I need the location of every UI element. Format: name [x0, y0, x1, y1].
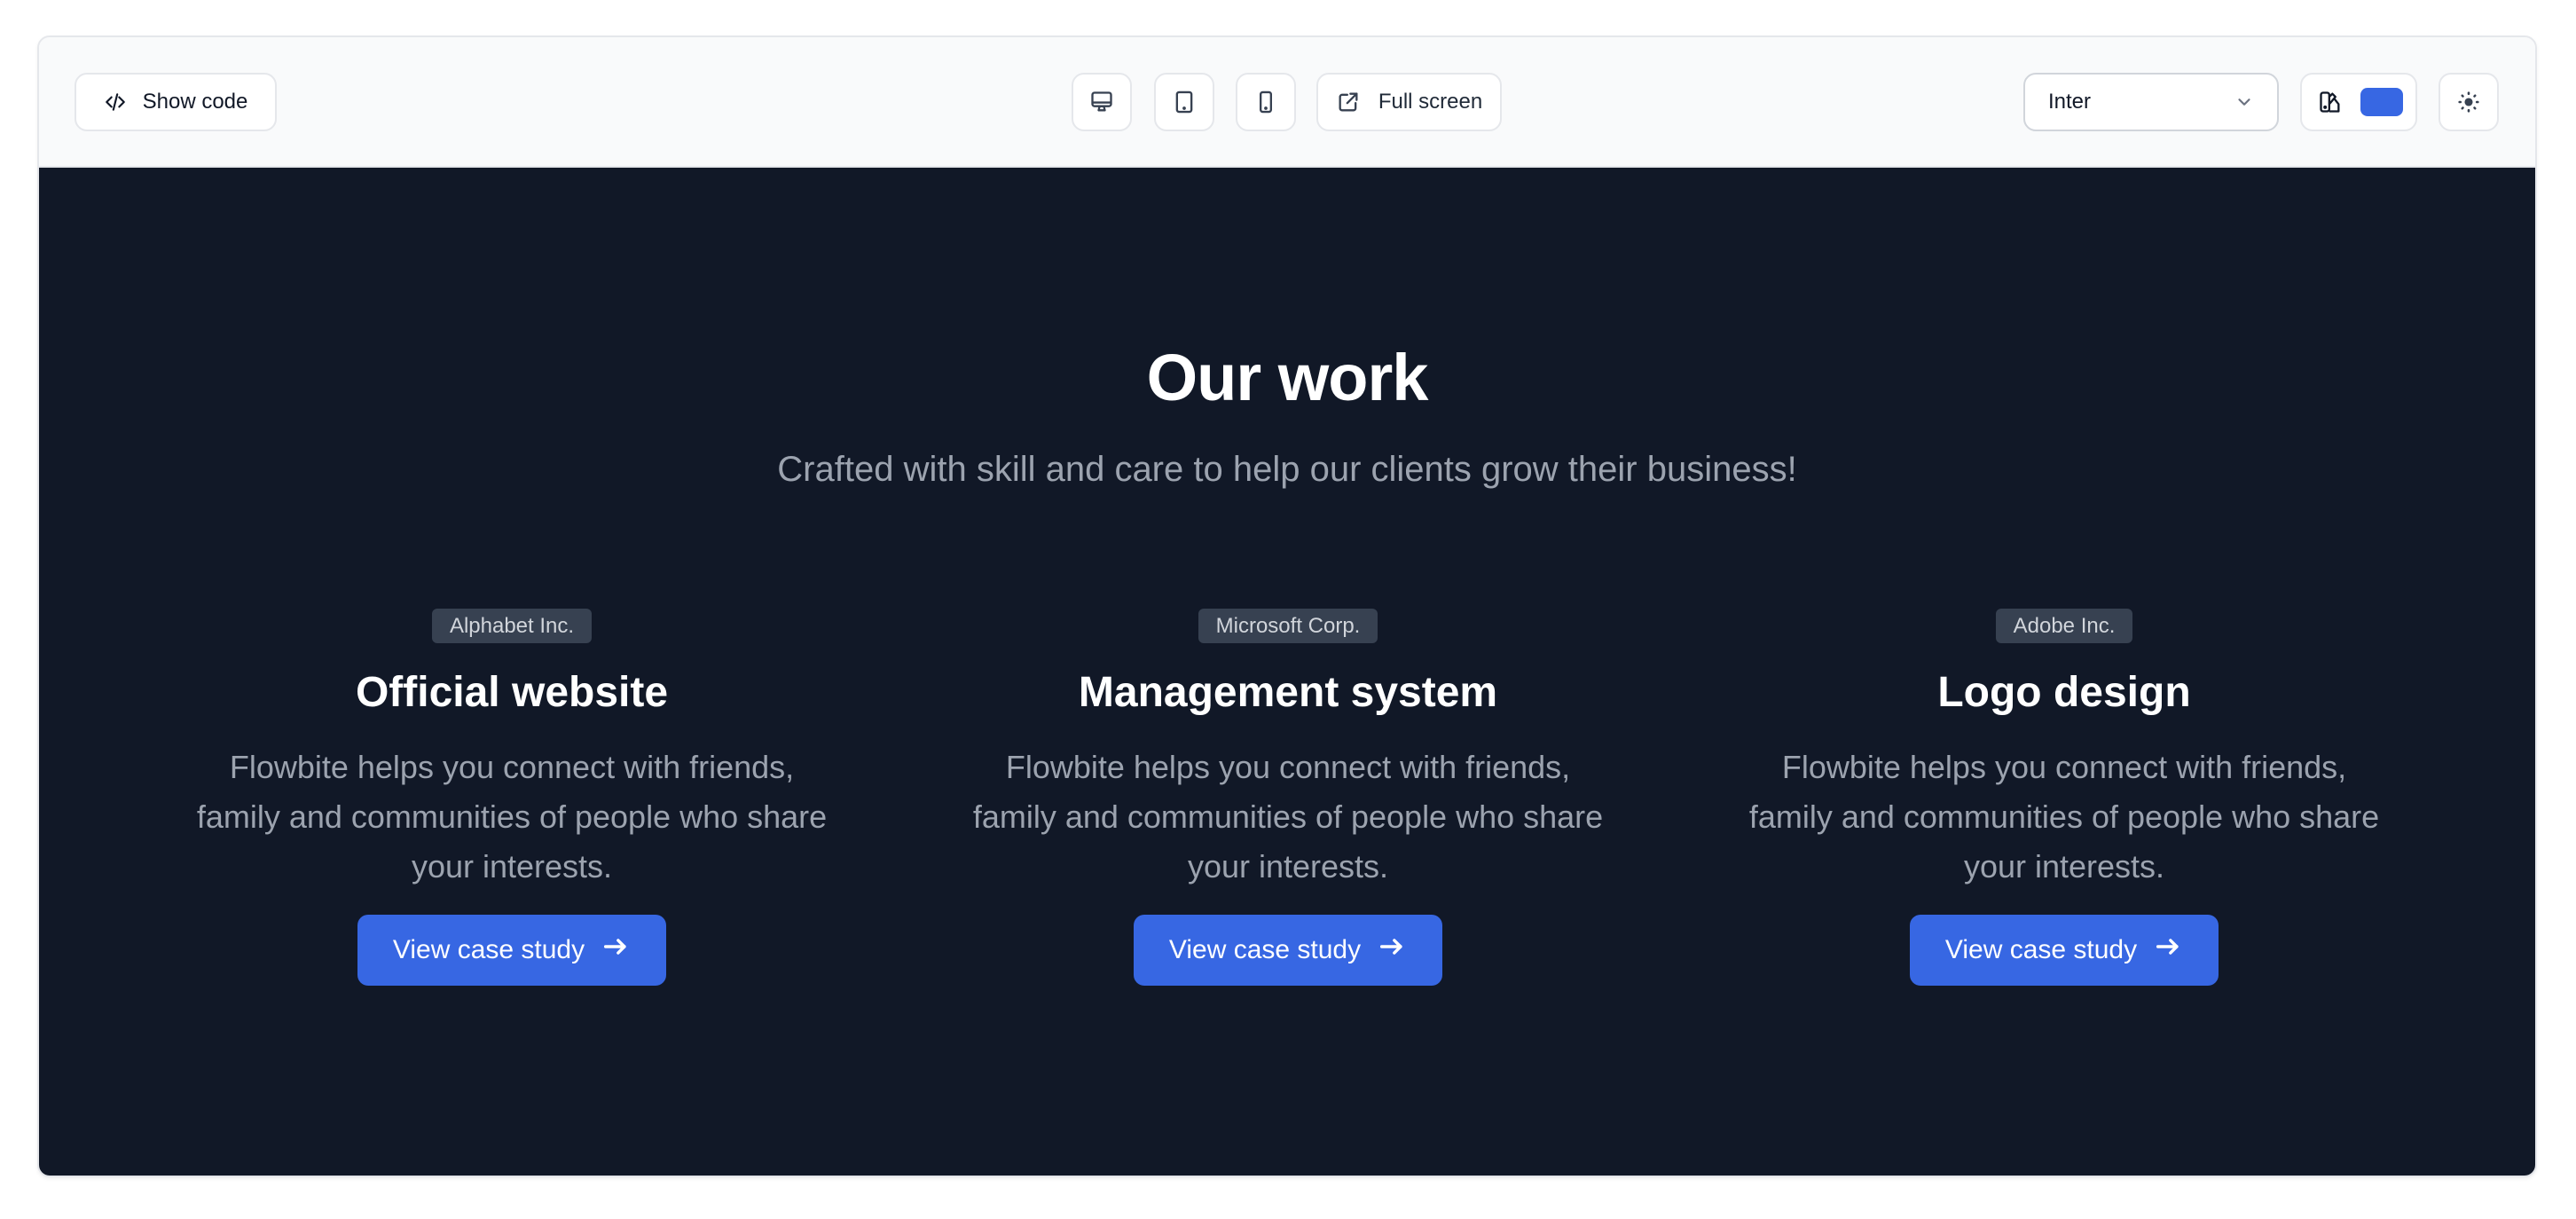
- show-code-button[interactable]: Show code: [75, 73, 277, 131]
- card-description: Flowbite helps you connect with friends,…: [1748, 749, 2380, 885]
- card-title: Logo design: [1937, 669, 2191, 716]
- view-case-study-label: View case study: [1944, 935, 2138, 964]
- card-description: Flowbite helps you connect with friends,…: [972, 749, 1604, 885]
- mobile-icon: [1253, 90, 1278, 114]
- full-screen-button[interactable]: Full screen: [1316, 73, 1502, 131]
- client-badge: Adobe Inc.: [1995, 609, 2133, 643]
- preview-frame: Show code Full screen Inter Our work Cra…: [37, 35, 2537, 1177]
- client-badge: Microsoft Corp.: [1198, 609, 1378, 643]
- client-badge: Alphabet Inc.: [431, 609, 593, 643]
- full-screen-label: Full screen: [1378, 90, 1483, 114]
- view-case-study-button[interactable]: View case study: [1134, 915, 1442, 986]
- card-title: Management system: [1078, 669, 1498, 716]
- view-case-study-button[interactable]: View case study: [357, 915, 666, 986]
- code-icon: [104, 90, 127, 114]
- theme-color-button[interactable]: [2300, 73, 2417, 131]
- arrow-right-icon: [1361, 932, 1407, 969]
- desktop-icon: [1089, 90, 1114, 114]
- font-select[interactable]: Inter: [2023, 73, 2279, 131]
- arrow-right-icon: [2137, 932, 2183, 969]
- dark-mode-toggle[interactable]: [2439, 73, 2499, 131]
- section-subtitle: Crafted with skill and care to help our …: [777, 450, 1797, 489]
- tablet-view-button[interactable]: [1154, 73, 1214, 131]
- font-select-value: Inter: [2048, 90, 2092, 114]
- view-case-study-button[interactable]: View case study: [1910, 915, 2219, 986]
- work-card: Alphabet Inc. Official website Flowbite …: [175, 609, 849, 986]
- desktop-view-button[interactable]: [1072, 73, 1132, 131]
- chevron-down-icon: [2234, 92, 2254, 112]
- card-title: Official website: [355, 669, 669, 716]
- mobile-view-button[interactable]: [1236, 73, 1296, 131]
- preview-canvas: Our work Crafted with skill and care to …: [39, 168, 2535, 1176]
- view-case-study-label: View case study: [392, 935, 585, 964]
- card-description: Flowbite helps you connect with friends,…: [196, 749, 828, 885]
- preview-toolbar: Show code Full screen Inter: [39, 37, 2535, 168]
- work-card: Microsoft Corp. Management system Flowbi…: [951, 609, 1625, 986]
- theme-color-swatch: [2360, 88, 2403, 116]
- section-title: Our work: [1146, 341, 1429, 414]
- view-case-study-label: View case study: [1168, 935, 1362, 964]
- external-link-icon: [1336, 90, 1361, 114]
- show-code-label: Show code: [142, 90, 248, 114]
- palette-icon: [2318, 90, 2343, 114]
- arrow-right-icon: [585, 932, 631, 969]
- sun-icon: [2457, 90, 2480, 114]
- work-card: Adobe Inc. Logo design Flowbite helps yo…: [1727, 609, 2401, 986]
- tablet-icon: [1172, 90, 1197, 114]
